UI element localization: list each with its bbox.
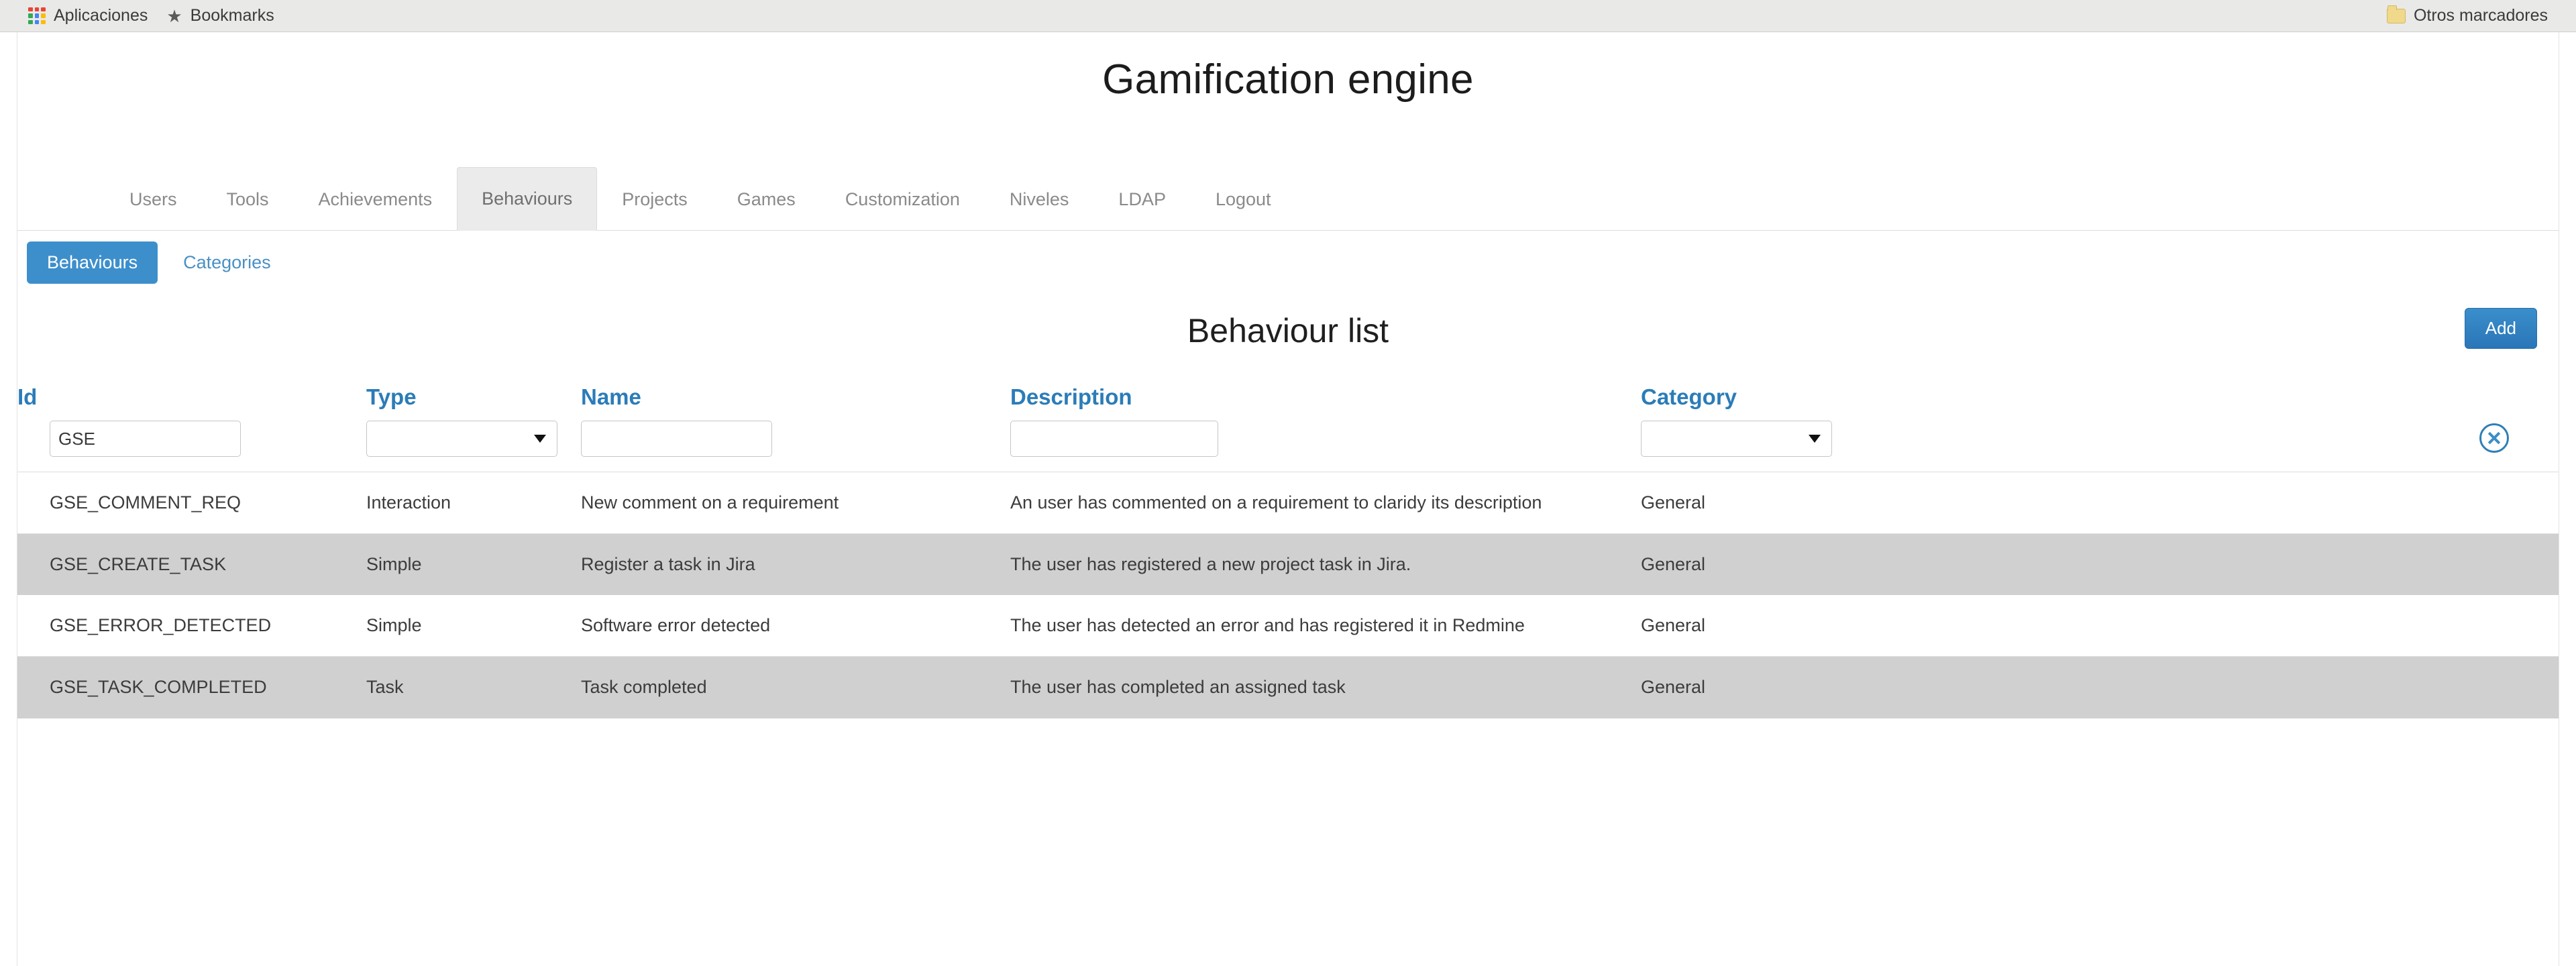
column-header-type[interactable]: Type bbox=[366, 378, 581, 421]
cell-actions bbox=[2151, 533, 2559, 596]
filter-cell-id bbox=[17, 421, 366, 472]
column-header-name[interactable]: Name bbox=[581, 378, 1010, 421]
tab-ldap[interactable]: LDAP bbox=[1093, 167, 1191, 231]
bookmark-bar-right: Otros marcadores bbox=[2377, 3, 2557, 28]
filter-cell-name bbox=[581, 421, 1010, 472]
star-icon: ★ bbox=[166, 5, 182, 26]
bookmark-label: Otros marcadores bbox=[2413, 6, 2548, 25]
cell-id: GSE_ERROR_DETECTED bbox=[17, 595, 366, 657]
page-container: Gamification engine Users Tools Achievem… bbox=[17, 32, 2559, 966]
cell-id: GSE_COMMENT_REQ bbox=[17, 472, 366, 535]
cell-description: An user has commented on a requirement t… bbox=[1010, 472, 1641, 535]
cell-type: Simple bbox=[366, 533, 581, 596]
list-title: Behaviour list bbox=[1187, 312, 1389, 350]
filter-cell-actions bbox=[2151, 421, 2559, 472]
cell-name: Software error detected bbox=[581, 595, 1010, 657]
filter-cell-type bbox=[366, 421, 581, 472]
tab-logout[interactable]: Logout bbox=[1191, 167, 1296, 231]
column-header-id[interactable]: Id bbox=[17, 378, 366, 421]
cell-actions bbox=[2151, 656, 2559, 718]
cell-category: General bbox=[1641, 533, 2151, 596]
content-header: Behaviour list Add bbox=[17, 284, 2559, 378]
subtab-behaviours[interactable]: Behaviours bbox=[27, 241, 158, 284]
sub-nav-tabs: Behaviours Categories bbox=[17, 231, 2559, 284]
cell-name: Task completed bbox=[581, 656, 1010, 718]
filter-select-category[interactable] bbox=[1641, 421, 1832, 457]
app-header: Gamification engine bbox=[17, 32, 2559, 126]
column-header-actions bbox=[2151, 378, 2559, 421]
browser-bookmark-bar: Aplicaciones ★ Bookmarks Otros marcadore… bbox=[0, 0, 2576, 32]
tab-behaviours[interactable]: Behaviours bbox=[457, 167, 598, 231]
cell-name: New comment on a requirement bbox=[581, 472, 1010, 535]
filter-input-name[interactable] bbox=[581, 421, 772, 457]
cell-id: GSE_TASK_COMPLETED bbox=[17, 656, 366, 718]
bookmark-otros-marcadores[interactable]: Otros marcadores bbox=[2377, 3, 2557, 28]
table-filter-row bbox=[17, 421, 2559, 472]
behaviours-table: Id Type Name Description Category GSE GS… bbox=[17, 378, 2559, 718]
cell-description: The user has completed an assigned task bbox=[1010, 656, 1641, 718]
tab-tools[interactable]: Tools bbox=[202, 167, 294, 231]
chevron-down-icon bbox=[534, 435, 546, 443]
table-row[interactable]: GSE_ERROR_DETECTED Simple Software error… bbox=[17, 595, 2559, 657]
cell-category: General bbox=[1641, 472, 2151, 535]
page-viewport: Gamification engine Users Tools Achievem… bbox=[0, 32, 2576, 966]
cell-type: Task bbox=[366, 656, 581, 718]
bookmark-label: Aplicaciones bbox=[54, 6, 148, 25]
apps-grid-icon bbox=[28, 7, 46, 25]
filter-cell-category bbox=[1641, 421, 2151, 472]
cell-name: Register a task in Jira bbox=[581, 533, 1010, 596]
table-head: Id Type Name Description Category bbox=[17, 378, 2559, 472]
filter-input-id[interactable] bbox=[50, 421, 241, 457]
cell-actions bbox=[2151, 472, 2559, 535]
cell-type: Interaction bbox=[366, 472, 581, 535]
cell-actions bbox=[2151, 595, 2559, 657]
bookmark-aplicaciones[interactable]: Aplicaciones bbox=[19, 3, 157, 28]
clear-filters-icon[interactable] bbox=[2479, 423, 2509, 453]
tab-achievements[interactable]: Achievements bbox=[294, 167, 458, 231]
table-row[interactable]: GSE_COMMENT_REQ Interaction New comment … bbox=[17, 472, 2559, 535]
filter-input-description[interactable] bbox=[1010, 421, 1218, 457]
bookmark-bookmarks[interactable]: ★ Bookmarks bbox=[157, 3, 283, 28]
column-header-category[interactable]: Category bbox=[1641, 378, 2151, 421]
clear-filters-wrap bbox=[2151, 421, 2559, 453]
cell-category: General bbox=[1641, 595, 2151, 657]
tab-users[interactable]: Users bbox=[105, 167, 202, 231]
filter-select-type[interactable] bbox=[366, 421, 557, 457]
cell-description: The user has registered a new project ta… bbox=[1010, 533, 1641, 596]
filter-cell-description bbox=[1010, 421, 1641, 472]
folder-icon bbox=[2386, 5, 2406, 23]
bookmark-label: Bookmarks bbox=[190, 6, 274, 25]
add-button[interactable]: Add bbox=[2464, 308, 2537, 349]
chevron-down-icon bbox=[1809, 435, 1821, 443]
cell-type: Simple bbox=[366, 595, 581, 657]
table-header-row: Id Type Name Description Category bbox=[17, 378, 2559, 421]
tab-projects[interactable]: Projects bbox=[597, 167, 712, 231]
page-title: Gamification engine bbox=[1102, 56, 1474, 103]
cell-id: GSE_CREATE_TASK bbox=[17, 533, 366, 596]
subtab-categories[interactable]: Categories bbox=[163, 241, 291, 284]
table-row[interactable]: GSE_TASK_COMPLETED Task Task completed T… bbox=[17, 656, 2559, 718]
tab-niveles[interactable]: Niveles bbox=[985, 167, 1094, 231]
table-body: GSE_COMMENT_REQ Interaction New comment … bbox=[17, 472, 2559, 718]
tab-games[interactable]: Games bbox=[712, 167, 820, 231]
column-header-description[interactable]: Description bbox=[1010, 378, 1641, 421]
cell-category: General bbox=[1641, 656, 2151, 718]
table-row[interactable]: GSE_CREATE_TASK Simple Register a task i… bbox=[17, 533, 2559, 596]
main-nav-tabs: Users Tools Achievements Behaviours Proj… bbox=[17, 166, 2559, 231]
tab-customization[interactable]: Customization bbox=[820, 167, 985, 231]
cell-description: The user has detected an error and has r… bbox=[1010, 595, 1641, 657]
